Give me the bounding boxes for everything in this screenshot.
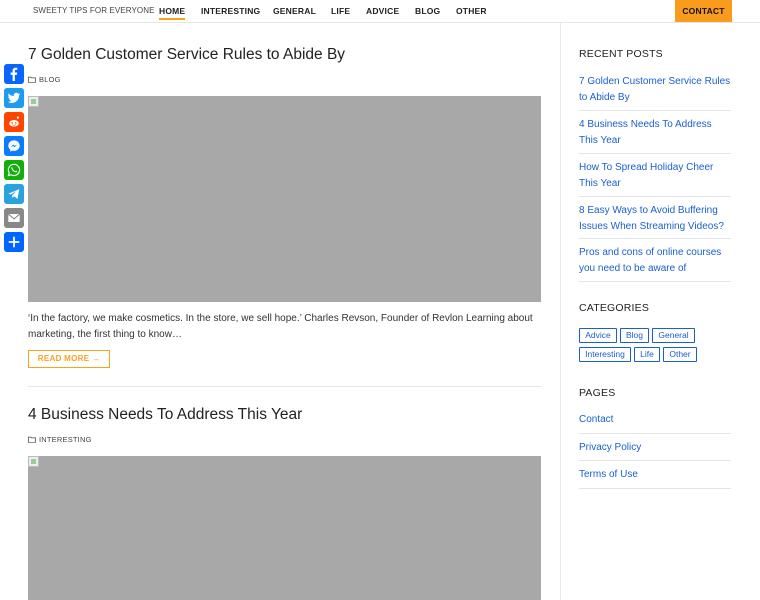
nav-advice[interactable]: ADVICE bbox=[366, 6, 399, 16]
recent-post-link[interactable]: 7 Golden Customer Service Rules to Abide… bbox=[579, 74, 731, 105]
contact-button[interactable]: CONTACT bbox=[675, 0, 732, 22]
nav-general[interactable]: GENERAL bbox=[273, 6, 316, 16]
read-more-button[interactable]: READ MORE → bbox=[28, 350, 110, 368]
pages-title: PAGES bbox=[579, 387, 616, 399]
divider bbox=[579, 488, 731, 489]
divider bbox=[579, 460, 731, 461]
nav-other[interactable]: OTHER bbox=[456, 6, 487, 16]
page-link-contact[interactable]: Contact bbox=[579, 414, 613, 425]
post-divider bbox=[28, 386, 541, 387]
nav-life[interactable]: LIFE bbox=[331, 6, 350, 16]
recent-post-link[interactable]: How To Spread Holiday Cheer This Year bbox=[579, 160, 731, 191]
divider bbox=[579, 238, 731, 239]
site-header: SWEETY TIPS FOR EVERYONE HOME INTERESTIN… bbox=[0, 0, 760, 23]
post-title[interactable]: 7 Golden Customer Service Rules to Abide… bbox=[28, 46, 345, 64]
sidebar-divider bbox=[560, 23, 561, 600]
post-image[interactable] bbox=[28, 96, 541, 302]
nav-home[interactable]: HOME bbox=[159, 6, 186, 20]
broken-image-icon bbox=[28, 456, 39, 467]
post-excerpt: ‘In the factory, we make cosmetics. In t… bbox=[28, 313, 533, 340]
recent-posts-title: RECENT POSTS bbox=[579, 48, 663, 60]
post-category-label: BLOG bbox=[39, 75, 61, 84]
divider bbox=[579, 153, 731, 154]
share-bar bbox=[4, 64, 24, 256]
post-category[interactable]: BLOG bbox=[28, 75, 61, 84]
divider bbox=[579, 281, 731, 282]
nav-blog[interactable]: BLOG bbox=[415, 6, 440, 16]
nav-interesting[interactable]: INTERESTING bbox=[201, 6, 260, 16]
recent-post-link[interactable]: Pros and cons of online courses you need… bbox=[579, 245, 731, 276]
page-link-privacy[interactable]: Privacy Policy bbox=[579, 442, 641, 453]
folder-icon bbox=[28, 76, 36, 83]
post-title[interactable]: 4 Business Needs To Address This Year bbox=[28, 406, 302, 424]
share-icon[interactable] bbox=[4, 232, 24, 252]
telegram-icon[interactable] bbox=[4, 184, 24, 204]
broken-image-icon bbox=[28, 96, 39, 107]
categories-title: CATEGORIES bbox=[579, 302, 650, 314]
whatsapp-icon[interactable] bbox=[4, 160, 24, 180]
folder-icon bbox=[28, 436, 36, 443]
site-title[interactable]: SWEETY TIPS FOR EVERYONE bbox=[33, 6, 155, 15]
category-tag-interesting[interactable]: Interesting bbox=[579, 347, 631, 362]
divider bbox=[579, 196, 731, 197]
reddit-icon[interactable] bbox=[4, 112, 24, 132]
category-tag-other[interactable]: Other bbox=[663, 347, 697, 362]
category-tag-blog[interactable]: Blog bbox=[620, 328, 649, 343]
facebook-icon[interactable] bbox=[4, 64, 24, 84]
divider bbox=[579, 433, 731, 434]
post-category[interactable]: INTERESTING bbox=[28, 435, 92, 444]
category-tag-advice[interactable]: Advice bbox=[579, 328, 617, 343]
recent-post-link[interactable]: 4 Business Needs To Address This Year bbox=[579, 117, 731, 148]
divider bbox=[579, 110, 731, 111]
twitter-icon[interactable] bbox=[4, 88, 24, 108]
page-link-terms[interactable]: Terms of Use bbox=[579, 469, 638, 480]
email-icon[interactable] bbox=[4, 208, 24, 228]
recent-post-link[interactable]: 8 Easy Ways to Avoid Buffering Issues Wh… bbox=[579, 203, 731, 234]
category-tag-general[interactable]: General bbox=[652, 328, 695, 343]
category-tag-life[interactable]: Life bbox=[634, 347, 660, 362]
post-image[interactable] bbox=[28, 456, 541, 600]
messenger-icon[interactable] bbox=[4, 136, 24, 156]
post-category-label: INTERESTING bbox=[39, 435, 92, 444]
